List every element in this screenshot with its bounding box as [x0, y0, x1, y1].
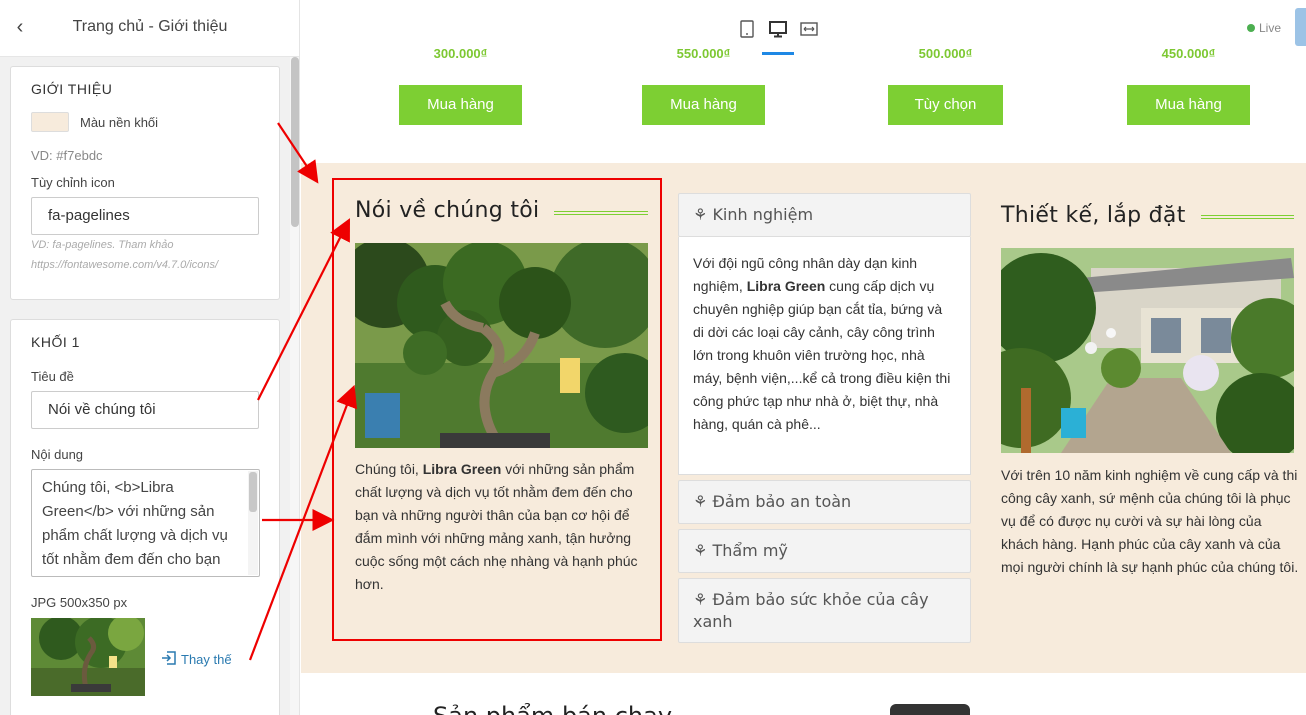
- pagelines-icon: ⚘: [693, 541, 708, 560]
- accordion-item-kinh-nghiem[interactable]: ⚘ Kinh nghiệm: [678, 193, 971, 237]
- product-price: 300.000₫: [433, 49, 488, 61]
- textarea-scroll-thumb[interactable]: [249, 472, 257, 512]
- icon-label: Tùy chỉnh icon: [31, 175, 115, 190]
- accordion-title: ⚘ Đảm bảo an toàn: [693, 491, 851, 513]
- buy-button[interactable]: Mua hàng: [1127, 85, 1250, 125]
- live-status-dot: [1247, 24, 1255, 32]
- bg-color-swatch[interactable]: [31, 112, 69, 132]
- product-price: 450.000₫: [1161, 49, 1216, 61]
- bonsai-image: [355, 243, 648, 448]
- replace-label: Thay thế: [181, 652, 232, 667]
- accordion-title: ⚘ Đảm bảo sức khỏe của cây xanh: [693, 589, 958, 633]
- accordion-title-text: Kinh nghiệm: [712, 205, 814, 224]
- color-hint: VD: #f7ebdc: [31, 148, 103, 163]
- image-thumbnail: [31, 618, 145, 696]
- accordion-title-text: Thẩm mỹ: [712, 541, 788, 560]
- live-label: Live: [1259, 21, 1282, 35]
- accordion-item-suc-khoe[interactable]: ⚘ Đảm bảo sức khỏe của cây xanh: [678, 578, 971, 643]
- content-textarea-text: Chúng tôi, <b>Libra Green</b> với những …: [42, 479, 228, 568]
- product-price: 500.000₫: [918, 49, 973, 61]
- col1-text-brand: Libra Green: [422, 461, 502, 477]
- options-button[interactable]: Tùy chọn: [888, 85, 1003, 125]
- icon-input[interactable]: fa-pagelines: [31, 197, 259, 235]
- product-price: 550.000₫: [676, 49, 731, 61]
- accordion-item-tham-my[interactable]: ⚘ Thẩm mỹ: [678, 529, 971, 573]
- sidebar-scrollbar[interactable]: [290, 57, 299, 715]
- desktop-icon[interactable]: [765, 16, 791, 42]
- pagelines-icon: ⚘: [693, 590, 708, 609]
- garden-image: [1001, 248, 1294, 453]
- sidebar-header: ‹ Trang chủ - Giới thiệu: [0, 0, 299, 57]
- fullwidth-icon[interactable]: [796, 16, 822, 42]
- acc-body-post: cung cấp dịch vụ chuyên nghiệp giúp bạn …: [693, 278, 951, 432]
- buy-button[interactable]: Mua hàng: [642, 85, 765, 125]
- active-device-indicator: [762, 52, 794, 55]
- accordion-body-text: Với đội ngũ công nhân dày dạn kinh nghiệ…: [693, 252, 955, 436]
- corner-tab[interactable]: [1295, 8, 1306, 46]
- icon-hint-2[interactable]: https://fontawesome.com/v4.7.0/icons/: [31, 255, 261, 275]
- col3-text: Với trên 10 năm kinh nghiệm về cung cấp …: [1001, 467, 1299, 575]
- mobile-icon[interactable]: [734, 16, 760, 42]
- accordion-title: ⚘ Thẩm mỹ: [693, 540, 788, 562]
- gioi-thieu-card: GIỚI THIỆU Màu nền khối VD: #f7ebdc Tùy …: [10, 66, 280, 300]
- content-label: Nội dung: [31, 447, 84, 462]
- next-section-image: [890, 704, 970, 715]
- title-label: Tiêu đề: [31, 369, 74, 384]
- buy-button[interactable]: Mua hàng: [399, 85, 522, 125]
- sidebar-title: Trang chủ - Giới thiệu: [72, 18, 228, 35]
- col1-text: Chúng tôi, Libra Green với những sản phẩ…: [355, 458, 651, 596]
- khoi-1-card: KHỐI 1 Tiêu đề Nói về chúng tôi Nội dung…: [10, 319, 280, 715]
- accordion-title-text: Đảm bảo sức khỏe của cây xanh: [693, 590, 929, 631]
- col1-text-pre: Chúng tôi,: [355, 461, 423, 477]
- sidebar-scroll-thumb[interactable]: [291, 57, 299, 227]
- accordion-item-an-toan[interactable]: ⚘ Đảm bảo an toàn: [678, 480, 971, 524]
- title-input[interactable]: Nói về chúng tôi: [31, 391, 259, 429]
- accordion-title: ⚘ Kinh nghiệm: [693, 204, 813, 226]
- gioi-thieu-heading: GIỚI THIỆU: [31, 81, 113, 97]
- col3-title-line: [1201, 215, 1294, 219]
- col3-title: Thiết kế, lắp đặt: [1001, 203, 1186, 228]
- col1-title: Nói về chúng tôi: [355, 198, 540, 223]
- pagelines-icon: ⚘: [693, 205, 708, 224]
- accordion-body: Với đội ngũ công nhân dày dạn kinh nghiệ…: [678, 237, 971, 475]
- bg-color-label: Màu nền khối: [80, 115, 159, 130]
- replace-image-button[interactable]: Thay thế: [161, 650, 232, 669]
- image-label: JPG 500x350 px: [31, 595, 128, 610]
- accordion-title-text: Đảm bảo an toàn: [712, 492, 852, 511]
- textarea-scrollbar[interactable]: [248, 471, 258, 575]
- replace-icon: [161, 650, 177, 669]
- pagelines-icon: ⚘: [693, 492, 708, 511]
- sidebar-body: GIỚI THIỆU Màu nền khối VD: #f7ebdc Tùy …: [0, 57, 290, 715]
- khoi-1-heading: KHỐI 1: [31, 334, 80, 350]
- content-textarea[interactable]: Chúng tôi, <b>Libra Green</b> với những …: [31, 469, 260, 577]
- next-section-title: Sản phẩm bán chạy: [433, 702, 672, 715]
- col1-title-line: [554, 211, 648, 215]
- icon-hint-1: VD: fa-pagelines. Tham khảo: [31, 239, 174, 251]
- col1-text-post: với những sản phẩm chất lượng và dịch vụ…: [355, 461, 638, 592]
- settings-sidebar: ‹ Trang chủ - Giới thiệu GIỚI THIỆU Màu …: [0, 0, 300, 715]
- acc-body-brand: Libra Green: [746, 278, 826, 294]
